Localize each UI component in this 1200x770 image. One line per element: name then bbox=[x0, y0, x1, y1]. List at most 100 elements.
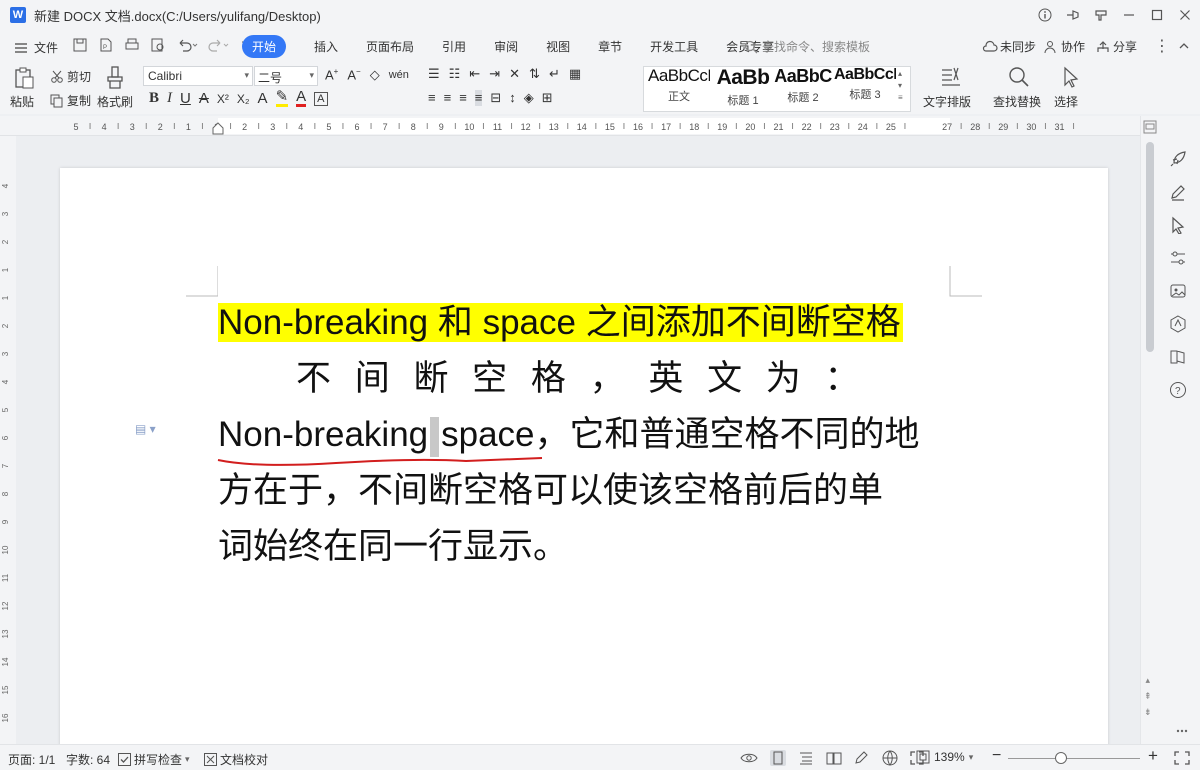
numbered-list-icon[interactable]: ☷ bbox=[449, 66, 461, 82]
clear-format-icon[interactable]: ◇ bbox=[370, 67, 380, 83]
increase-font-icon[interactable]: A+ bbox=[325, 67, 338, 82]
align-right-icon[interactable]: ≡ bbox=[459, 90, 467, 106]
distributed-icon[interactable]: ⊟ bbox=[490, 90, 501, 106]
collapse-ribbon-icon[interactable] bbox=[1178, 41, 1190, 51]
superscript-icon[interactable]: X² bbox=[217, 92, 229, 106]
print-icon[interactable] bbox=[124, 37, 140, 53]
reading-view-icon[interactable] bbox=[826, 751, 842, 765]
select-button[interactable] bbox=[1060, 66, 1082, 88]
outline-view-icon[interactable] bbox=[798, 751, 814, 765]
skin-icon[interactable] bbox=[1092, 6, 1110, 24]
tab-2[interactable]: 页面布局 bbox=[366, 38, 414, 55]
text-layout-button[interactable] bbox=[940, 66, 962, 88]
pointer-icon[interactable] bbox=[1169, 216, 1187, 234]
file-menu[interactable]: 文件 bbox=[14, 39, 58, 56]
document-page[interactable]: ▤ ▾ Non-breaking 和 space 之间添加不间断空格 不 间 断… bbox=[60, 168, 1108, 744]
style-normal[interactable]: AaBbCcDd 正文 bbox=[648, 66, 710, 112]
format-painter-button[interactable] bbox=[104, 66, 126, 90]
align-left-icon[interactable]: ≡ bbox=[428, 90, 436, 106]
highlight-icon[interactable]: ✎ bbox=[275, 89, 289, 107]
decrease-font-icon[interactable]: A− bbox=[347, 67, 360, 82]
tab-0[interactable]: 开始 bbox=[242, 35, 287, 58]
page-count[interactable]: 页面: 1/1 bbox=[8, 751, 55, 768]
pin-icon[interactable] bbox=[1064, 6, 1082, 24]
sliders-icon[interactable] bbox=[1169, 249, 1187, 267]
close-icon[interactable] bbox=[1176, 6, 1194, 24]
justify-icon[interactable]: ≡ bbox=[474, 90, 483, 106]
image-gallery-icon[interactable] bbox=[1169, 282, 1187, 300]
paragraph-handle-icon[interactable]: ▤ ▾ bbox=[135, 422, 156, 436]
styles-scroll-icon[interactable]: ▴ ▾ ≡ bbox=[898, 68, 903, 104]
style-heading-1[interactable]: AaBb 标题 1 bbox=[712, 66, 774, 112]
info-icon[interactable] bbox=[1036, 6, 1054, 24]
zoom-slider-thumb[interactable] bbox=[1054, 752, 1067, 764]
ai-assistant-icon[interactable] bbox=[1169, 315, 1187, 333]
ruler-toggle-icon[interactable] bbox=[1143, 120, 1157, 134]
find-replace-button[interactable] bbox=[1008, 66, 1030, 88]
zoom-slider-track[interactable] bbox=[1008, 758, 1140, 759]
vertical-scrollbar-thumb[interactable] bbox=[1146, 142, 1154, 352]
phonetic-guide-icon[interactable]: wén bbox=[389, 69, 409, 81]
line-spacing-icon[interactable]: ↕ bbox=[509, 90, 516, 106]
sort-icon[interactable]: ⇅ bbox=[529, 66, 540, 82]
command-search[interactable]: 查找命令、搜索模板 bbox=[744, 38, 870, 55]
paste-button[interactable] bbox=[12, 66, 36, 90]
pen-icon[interactable] bbox=[1169, 183, 1187, 201]
rocket-icon[interactable] bbox=[1169, 150, 1187, 168]
save-icon[interactable] bbox=[72, 37, 88, 53]
print-preview-icon[interactable] bbox=[150, 37, 166, 53]
tab-1[interactable]: 插入 bbox=[314, 38, 338, 55]
bold-icon[interactable]: B bbox=[149, 90, 159, 107]
style-heading-2[interactable]: AaBbC 标题 2 bbox=[772, 66, 834, 112]
text-effect-icon[interactable]: A bbox=[258, 90, 268, 107]
cut-button[interactable]: 剪切 bbox=[50, 68, 91, 85]
book-review-icon[interactable] bbox=[1169, 348, 1187, 366]
next-page-icon[interactable]: ⇟ bbox=[1144, 704, 1152, 720]
doc-proof-button[interactable]: 文档校对 bbox=[204, 751, 268, 768]
font-color-icon[interactable]: A bbox=[296, 89, 307, 107]
font-size-select[interactable]: 二号 ▾ bbox=[254, 66, 318, 86]
table-grid-icon[interactable]: ▦ bbox=[569, 66, 581, 82]
tab-7[interactable]: 开发工具 bbox=[650, 38, 698, 55]
word-count[interactable]: 字数: 64 bbox=[66, 751, 110, 768]
write-view-icon[interactable] bbox=[854, 751, 870, 765]
shading-icon[interactable]: ◈ bbox=[524, 90, 534, 106]
spellcheck-button[interactable]: 拼写检查 ▾ bbox=[118, 751, 190, 768]
scroll-up-icon[interactable]: ▴ bbox=[1144, 672, 1152, 688]
paste-label[interactable]: 粘贴 bbox=[10, 93, 34, 110]
maximize-icon[interactable] bbox=[1148, 6, 1166, 24]
tab-6[interactable]: 章节 bbox=[598, 38, 622, 55]
expand-icon[interactable] bbox=[1174, 751, 1190, 765]
redo-icon[interactable] bbox=[208, 37, 230, 53]
zoom-in-button[interactable]: + bbox=[1148, 746, 1158, 766]
tab-5[interactable]: 视图 bbox=[546, 38, 570, 55]
subscript-icon[interactable]: X₂ bbox=[237, 92, 250, 106]
page-view-icon[interactable] bbox=[770, 750, 786, 766]
web-view-icon[interactable] bbox=[882, 750, 898, 766]
undo-icon[interactable] bbox=[176, 37, 198, 53]
more-options-icon[interactable]: ⋮ bbox=[1154, 36, 1170, 56]
underline-icon[interactable]: U bbox=[180, 90, 191, 107]
increase-indent-icon[interactable]: ⇥ bbox=[489, 66, 500, 82]
zoom-fit-button[interactable]: 139% ▾ bbox=[916, 750, 973, 764]
chinese-layout-icon[interactable]: ✕ bbox=[509, 66, 520, 82]
align-center-icon[interactable]: ≡ bbox=[444, 90, 452, 106]
bullet-list-icon[interactable]: ☰ bbox=[428, 66, 440, 82]
borders-icon[interactable]: ⊞ bbox=[542, 90, 553, 106]
vertical-ruler[interactable]: 4 3 2 1 1 2 3 4 5 6 7 8 9 10 11 12 13 14 15 16 bbox=[0, 136, 16, 744]
zoom-level[interactable]: 139% bbox=[934, 750, 965, 764]
document-canvas[interactable]: ▤ ▾ Non-breaking 和 space 之间添加不间断空格 不 间 断… bbox=[16, 136, 1140, 744]
help-icon[interactable]: ? bbox=[1169, 381, 1187, 399]
decrease-indent-icon[interactable]: ⇤ bbox=[469, 66, 480, 82]
style-heading-3[interactable]: AaBbCcD 标题 3 bbox=[834, 66, 896, 112]
tab-3[interactable]: 引用 bbox=[442, 38, 466, 55]
horizontal-ruler[interactable]: 5432112345678910111213141516171819202122… bbox=[0, 116, 1140, 136]
strikethrough-icon[interactable]: A bbox=[199, 90, 209, 107]
zoom-out-button[interactable]: − bbox=[992, 747, 1001, 765]
share-button[interactable]: 分享 bbox=[1096, 38, 1137, 55]
char-border-icon[interactable]: A bbox=[314, 91, 328, 106]
copy-button[interactable]: 复制 bbox=[50, 92, 91, 109]
sidebar-more-icon[interactable] bbox=[1175, 724, 1189, 738]
minimize-icon[interactable] bbox=[1120, 6, 1138, 24]
export-pdf-icon[interactable]: P bbox=[98, 37, 114, 53]
